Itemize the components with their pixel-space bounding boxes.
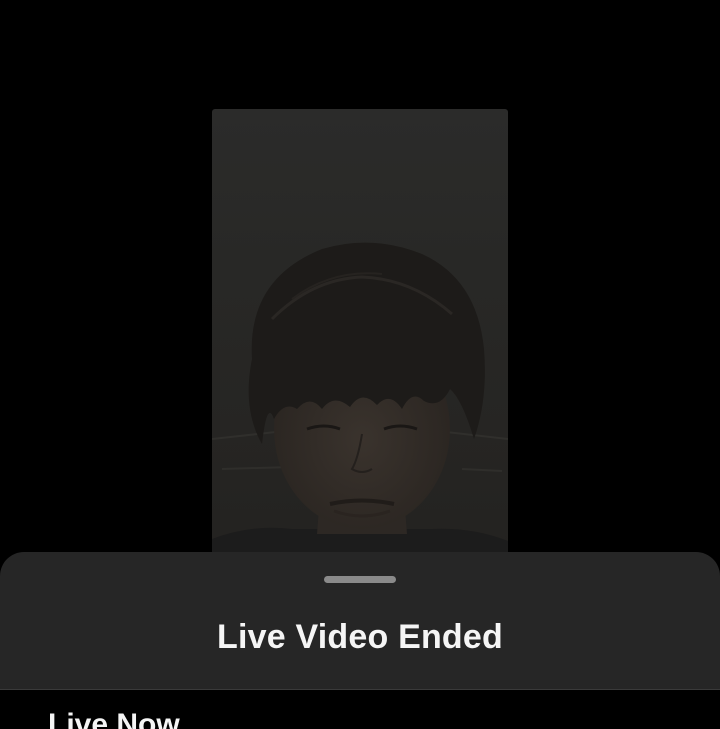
sheet-body: Live Now bbox=[0, 690, 720, 729]
live-ended-bottom-sheet: Live Video Ended Live Now bbox=[0, 552, 720, 729]
live-video-thumbnail[interactable] bbox=[212, 109, 508, 569]
sheet-title: Live Video Ended bbox=[217, 618, 503, 656]
video-frame-image bbox=[212, 242, 508, 569]
live-now-section-header: Live Now bbox=[48, 708, 180, 729]
drag-handle[interactable] bbox=[324, 576, 396, 583]
live-video-ended-screen: Live Video Ended Live Now bbox=[0, 0, 720, 729]
